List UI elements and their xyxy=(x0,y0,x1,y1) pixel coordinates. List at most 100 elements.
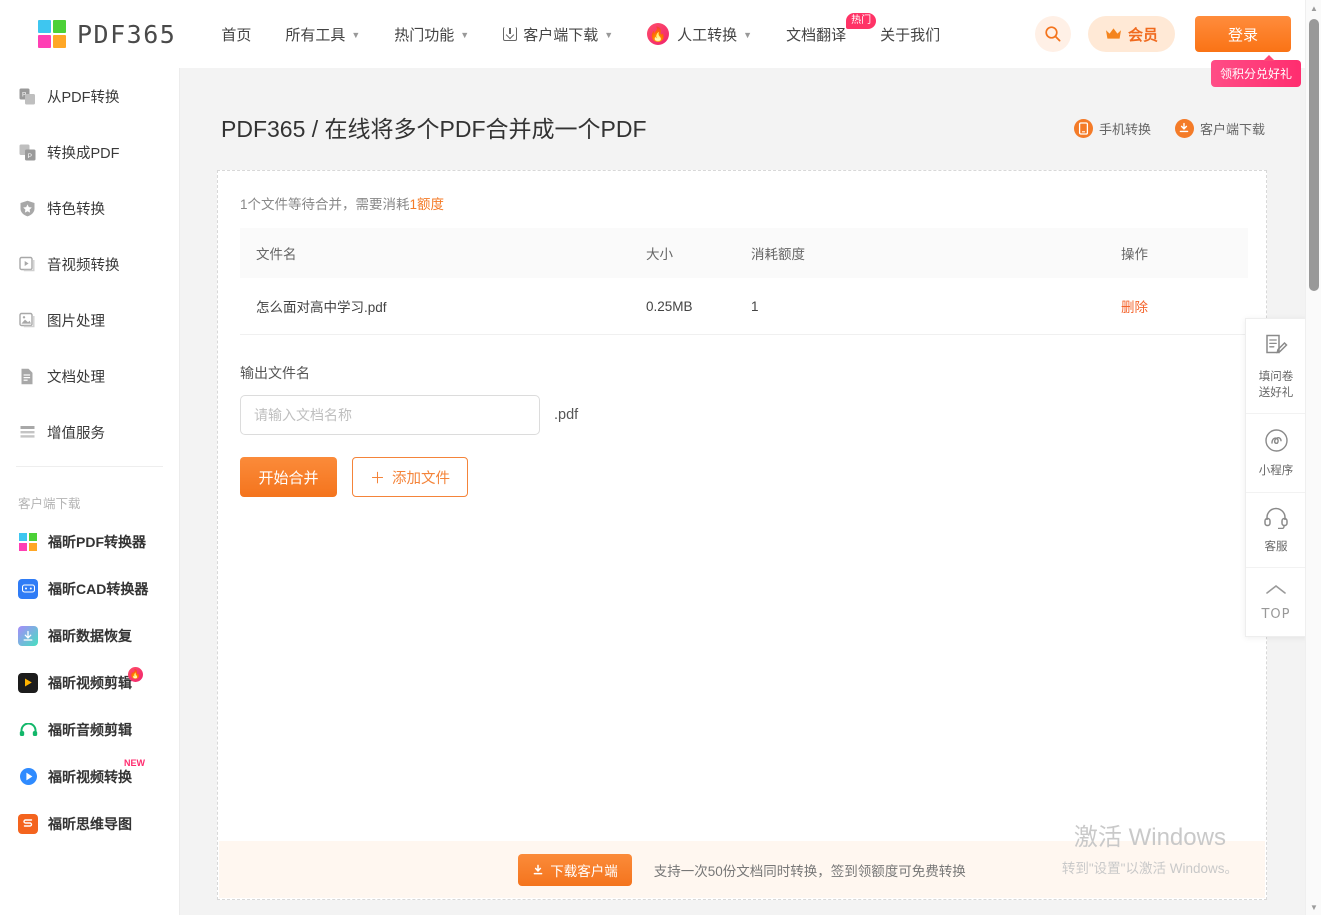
scroll-down-arrow-icon[interactable]: ▼ xyxy=(1306,899,1321,915)
sidebar-client-video-convert[interactable]: 福昕视频转换 NEW xyxy=(0,753,179,800)
foxit-mindmap-icon xyxy=(18,813,38,834)
foxit-pdf-icon xyxy=(18,532,38,552)
download-client-button[interactable]: 下载客户端 xyxy=(518,853,632,886)
download-box-icon xyxy=(503,27,518,41)
pending-note-credits: 1额度 xyxy=(409,197,445,212)
sidebar-item-label: 文档处理 xyxy=(47,369,105,386)
sidebar-client-label: 福昕思维导图 xyxy=(48,815,132,832)
nav-label: 文档翻译 xyxy=(786,26,847,44)
sidebar-item-to-pdf[interactable]: P 转换成PDF xyxy=(0,124,179,180)
foxit-audio-edit-icon xyxy=(18,720,38,740)
sidebar-item-special-convert[interactable]: 特色转换 xyxy=(0,180,179,236)
search-button[interactable] xyxy=(1034,16,1071,52)
sidebar-item-media-convert[interactable]: 音视频转换 xyxy=(0,236,179,292)
sidebar-item-label: 音视频转换 xyxy=(47,257,120,274)
hot-badge: 热门 xyxy=(846,12,877,29)
nav-label: 关于我们 xyxy=(880,26,941,44)
sidebar-client-label: 福昕音频剪辑 xyxy=(48,721,132,738)
pending-note-prefix: 1个文件等待合并，需要消耗 xyxy=(240,197,410,212)
add-file-button[interactable]: ＋ 添加文件 xyxy=(352,457,469,497)
nav-item-hot-features[interactable]: 热门功能 ▼ xyxy=(394,24,469,45)
right-rail: 填问卷 送好礼 小程序 客服 TOP xyxy=(1245,318,1307,637)
sidebar-client-audio-edit[interactable]: 福昕音频剪辑 xyxy=(0,706,179,753)
delete-file-link[interactable]: 删除 xyxy=(1121,300,1148,315)
new-badge: NEW xyxy=(124,758,145,768)
scroll-up-arrow-icon[interactable]: ▲ xyxy=(1306,0,1321,16)
sidebar-item-label: 特色转换 xyxy=(47,201,105,218)
sidebar-client-label: 福昕视频转换 xyxy=(48,768,132,785)
nav-item-client-download[interactable]: 客户端下载 ▼ xyxy=(503,24,613,45)
sidebar-item-label: 增值服务 xyxy=(47,425,105,442)
col-header-size: 大小 xyxy=(630,228,735,278)
nav-item-home[interactable]: 首页 xyxy=(221,24,251,45)
nav-item-about-us[interactable]: 关于我们 xyxy=(880,24,940,45)
rail-label: 客服 xyxy=(1264,540,1288,553)
sidebar-client-label: 福昕PDF转换器 xyxy=(48,533,146,550)
nav-item-all-tools[interactable]: 所有工具 ▼ xyxy=(285,24,360,45)
client-download-action[interactable]: 客户端下载 xyxy=(1174,118,1265,138)
title-actions: 手机转换 客户端下载 xyxy=(1073,118,1265,138)
login-button[interactable]: 登录 xyxy=(1195,16,1291,52)
list-icon xyxy=(18,423,36,441)
chevron-down-icon: ▼ xyxy=(351,30,361,40)
nav-label: 首页 xyxy=(221,26,252,44)
pending-note: 1个文件等待合并，需要消耗1额度 xyxy=(218,171,1266,213)
download-client-label: 下载客户端 xyxy=(550,863,618,879)
sidebar-client-label: 福昕CAD转换器 xyxy=(48,580,149,597)
shield-star-icon xyxy=(18,199,36,217)
sidebar-item-label: 图片处理 xyxy=(47,313,105,330)
rail-item-miniprogram[interactable]: 小程序 xyxy=(1246,414,1306,493)
vertical-scrollbar[interactable]: ▲ ▼ xyxy=(1305,0,1321,915)
foxit-recovery-icon xyxy=(18,625,38,646)
main-content: PDF365 / 在线将多个PDF合并成一个PDF 手机转换 客户端下载 1个文… xyxy=(181,68,1305,915)
sidebar-client-video-edit[interactable]: 福昕视频剪辑 🔥 xyxy=(0,659,179,706)
points-tooltip[interactable]: 领积分兑好礼 xyxy=(1210,55,1301,87)
sidebar-item-value-added[interactable]: 增值服务 xyxy=(0,404,179,460)
logo-text: PDF365 xyxy=(77,19,177,49)
nav-item-manual-convert[interactable]: 🔥 人工转换 ▼ xyxy=(647,23,752,45)
mobile-convert-action[interactable]: 手机转换 xyxy=(1073,118,1151,138)
sidebar-client-mindmap[interactable]: 福昕思维导图 xyxy=(0,800,179,847)
sidebar-client-foxit-pdf[interactable]: 福昕PDF转换器 xyxy=(0,518,179,565)
sidebar-item-document-process[interactable]: 文档处理 xyxy=(0,348,179,404)
chevron-up-icon xyxy=(1265,582,1287,600)
main-nav: 首页 所有工具 ▼ 热门功能 ▼ 客户端下载 ▼ 🔥 人工转换 ▼ 文档翻译 热… xyxy=(221,0,974,68)
nav-label: 所有工具 xyxy=(285,26,346,44)
rail-item-back-to-top[interactable]: TOP xyxy=(1246,568,1306,636)
nav-label: 热门功能 xyxy=(394,26,455,44)
tooltip-text: 领积分兑好礼 xyxy=(1219,67,1292,81)
output-filename-input[interactable] xyxy=(240,395,540,435)
table-header-row: 文件名 大小 消耗额度 操作 xyxy=(240,228,1248,278)
sidebar-client-foxit-cad[interactable]: 福昕CAD转换器 xyxy=(0,565,179,612)
sidebar-item-from-pdf[interactable]: P 从PDF转换 xyxy=(0,68,179,124)
rail-item-support[interactable]: 客服 xyxy=(1246,493,1306,569)
cell-size: 0.25MB xyxy=(630,278,735,335)
vip-label: 会员 xyxy=(1127,26,1158,44)
nav-label: 人工转换 xyxy=(677,26,738,44)
left-sidebar: P 从PDF转换 P 转换成PDF 特色转换 音视频转换 图片处理 文档处理 增… xyxy=(0,68,180,915)
foxit-video-edit-icon xyxy=(18,672,38,693)
rail-item-survey[interactable]: 填问卷 送好礼 xyxy=(1246,319,1306,415)
sidebar-item-label: 从PDF转换 xyxy=(47,89,120,106)
svg-text:P: P xyxy=(27,153,31,160)
sidebar-item-image-process[interactable]: 图片处理 xyxy=(0,292,179,348)
rail-label: 填问卷 送好礼 xyxy=(1258,371,1294,399)
sidebar-client-caption: 客户端下载 xyxy=(18,497,81,511)
foxit-video-convert-icon xyxy=(18,767,38,787)
start-merge-button[interactable]: 开始合并 xyxy=(240,457,337,497)
sidebar-item-label: 转换成PDF xyxy=(47,145,120,162)
media-icon xyxy=(18,255,36,273)
to-pdf-icon: P xyxy=(18,143,36,161)
nav-item-doc-translate[interactable]: 文档翻译 热门 xyxy=(786,12,877,45)
headset-icon xyxy=(1263,507,1289,534)
table-row: 怎么面对高中学习.pdf 0.25MB 1 删除 xyxy=(240,278,1248,335)
scrollbar-thumb[interactable] xyxy=(1309,19,1319,291)
logo[interactable]: PDF365 xyxy=(38,20,176,49)
col-header-action: 操作 xyxy=(1105,228,1248,278)
promo-text: 支持一次50份文档同时转换，签到领额度可免费转换 xyxy=(653,863,966,879)
promo-banner: 下载客户端 支持一次50份文档同时转换，签到领额度可免费转换 xyxy=(219,841,1265,898)
rail-label: 小程序 xyxy=(1258,465,1294,478)
sidebar-client-data-recovery[interactable]: 福昕数据恢复 xyxy=(0,612,179,659)
top-header: PDF365 首页 所有工具 ▼ 热门功能 ▼ 客户端下载 ▼ 🔥 人工转换 ▼… xyxy=(0,0,1305,68)
vip-button[interactable]: 会员 xyxy=(1087,16,1175,52)
